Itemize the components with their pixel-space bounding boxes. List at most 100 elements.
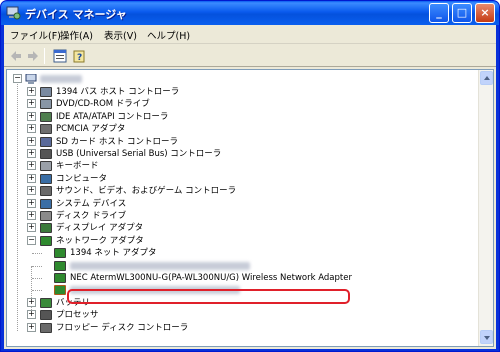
network-card-icon bbox=[54, 273, 66, 283]
minimize-button[interactable]: _ bbox=[429, 3, 449, 23]
menu-bar: ファイル(F) 操作(A) 表示(V) ヘルプ(H) bbox=[4, 25, 496, 44]
menu-file[interactable]: ファイル(F) bbox=[10, 28, 61, 42]
expand-toggle[interactable]: + bbox=[27, 297, 36, 307]
cd-drive-icon bbox=[40, 99, 52, 110]
usb-icon bbox=[40, 149, 52, 159]
redacted-device-name bbox=[70, 261, 250, 270]
device-manager-window: デバイス マネージャ _ □ × ファイル(F) 操作(A) 表示(V) ヘルプ… bbox=[0, 0, 500, 352]
device-category[interactable]: + USB (Universal Serial Bus) コントローラ bbox=[7, 148, 477, 160]
sound-icon bbox=[40, 186, 52, 197]
device-item[interactable] bbox=[7, 260, 477, 272]
keyboard-icon bbox=[40, 161, 52, 172]
device-label: コンピュータ bbox=[56, 173, 108, 184]
maximize-button[interactable]: □ bbox=[452, 3, 472, 23]
expand-toggle[interactable]: + bbox=[27, 99, 36, 109]
tree-guide-line bbox=[32, 253, 42, 255]
device-category[interactable]: − ネットワーク アダプタ bbox=[7, 235, 477, 247]
expand-toggle[interactable]: + bbox=[27, 186, 36, 196]
collapse-toggle[interactable]: − bbox=[27, 235, 36, 245]
device-label: ディスプレイ アダプタ bbox=[56, 223, 144, 234]
menu-help[interactable]: ヘルプ(H) bbox=[147, 28, 190, 42]
collapse-toggle[interactable]: − bbox=[13, 74, 22, 83]
forward-arrow-icon[interactable] bbox=[25, 48, 41, 64]
expand-toggle[interactable]: + bbox=[27, 124, 36, 134]
device-category[interactable]: + コンピュータ bbox=[7, 173, 477, 185]
close-button[interactable]: × bbox=[475, 3, 495, 23]
highlight-annotation bbox=[67, 289, 350, 304]
tree-guide-line bbox=[32, 290, 42, 292]
expand-toggle[interactable]: + bbox=[27, 149, 36, 158]
toolbar-separator bbox=[44, 48, 45, 64]
system-device-icon bbox=[40, 198, 52, 209]
client-area: ファイル(F) 操作(A) 表示(V) ヘルプ(H) ? − + 1394 バス… bbox=[4, 25, 496, 349]
scroll-down-button[interactable] bbox=[480, 330, 493, 344]
maximize-icon: □ bbox=[456, 6, 468, 19]
device-label: SD カード ホスト コントローラ bbox=[56, 136, 179, 147]
pcmcia-icon bbox=[40, 124, 52, 135]
device-category[interactable]: + IDE ATA/ATAPI コントローラ bbox=[7, 111, 477, 123]
processor-icon bbox=[40, 310, 52, 321]
device-category[interactable]: + プロセッサ bbox=[7, 309, 477, 321]
back-arrow-icon[interactable] bbox=[8, 48, 24, 64]
device-category[interactable]: + キーボード bbox=[7, 160, 477, 172]
window-title: デバイス マネージャ bbox=[25, 8, 127, 21]
device-manager-icon bbox=[6, 6, 21, 20]
device-category[interactable]: + システム デバイス bbox=[7, 198, 477, 210]
device-label: PCMCIA アダプタ bbox=[56, 124, 126, 135]
scroll-down-arrow-icon bbox=[484, 336, 490, 340]
device-label: サウンド、ビデオ、およびゲーム コントローラ bbox=[56, 186, 237, 197]
computer-icon bbox=[40, 173, 52, 184]
device-category[interactable]: + SD カード ホスト コントローラ bbox=[7, 136, 477, 148]
firewire-icon bbox=[40, 87, 52, 97]
device-label: プロセッサ bbox=[56, 310, 99, 321]
expand-toggle[interactable]: + bbox=[27, 173, 36, 183]
device-label: フロッピー ディスク コントローラ bbox=[56, 322, 189, 333]
device-label: 1394 ネット アダプタ bbox=[70, 248, 157, 259]
device-category[interactable]: + フロッピー ディスク コントローラ bbox=[7, 322, 477, 334]
expand-toggle[interactable]: + bbox=[27, 322, 36, 332]
help-icon[interactable]: ? bbox=[72, 48, 88, 64]
title-bar[interactable]: デバイス マネージャ _ □ × bbox=[1, 1, 499, 25]
scroll-up-button[interactable] bbox=[480, 71, 493, 85]
device-label: ディスク ドライブ bbox=[56, 211, 127, 221]
device-item[interactable]: NEC AtermWL300NU-G(PA-WL300NU/G) Wireles… bbox=[7, 272, 477, 284]
expand-toggle[interactable]: + bbox=[27, 198, 36, 208]
computer-name-redacted bbox=[40, 75, 82, 83]
vertical-scrollbar[interactable] bbox=[478, 70, 493, 346]
menu-view[interactable]: 表示(V) bbox=[104, 28, 137, 42]
expand-toggle[interactable]: + bbox=[27, 111, 36, 121]
expand-toggle[interactable]: + bbox=[27, 87, 36, 96]
properties-view-icon[interactable] bbox=[52, 48, 68, 64]
toolbar: ? bbox=[4, 45, 496, 67]
device-category[interactable]: +1394 バス ホスト コントローラ bbox=[7, 86, 477, 98]
network-card-icon bbox=[54, 260, 66, 271]
device-category[interactable]: + ディスク ドライブ bbox=[7, 210, 477, 222]
display-adapter-icon bbox=[40, 223, 52, 234]
scroll-up-arrow-icon bbox=[484, 76, 490, 80]
computer-icon bbox=[25, 74, 37, 84]
network-adapter-icon bbox=[40, 235, 52, 246]
device-category[interactable]: + ディスプレイ アダプタ bbox=[7, 222, 477, 234]
expand-toggle[interactable]: + bbox=[27, 161, 36, 171]
expand-toggle[interactable]: + bbox=[27, 211, 36, 220]
expand-toggle[interactable]: + bbox=[27, 310, 36, 320]
expand-toggle[interactable]: + bbox=[27, 136, 36, 146]
minimize-icon: _ bbox=[436, 6, 442, 19]
device-item[interactable]: 1394 ネット アダプタ bbox=[7, 247, 477, 259]
expand-toggle[interactable]: + bbox=[27, 223, 36, 233]
floppy-controller-icon bbox=[40, 322, 52, 333]
device-label: システム デバイス bbox=[56, 198, 127, 209]
menu-action[interactable]: 操作(A) bbox=[60, 28, 93, 42]
device-label: USB (Universal Serial Bus) コントローラ bbox=[56, 149, 222, 159]
tree-root[interactable]: − bbox=[7, 73, 477, 85]
device-tree[interactable]: − +1394 バス ホスト コントローラ + DVD/CD-ROM ドライブ + ID… bbox=[6, 69, 494, 347]
device-label: NEC AtermWL300NU-G(PA-WL300NU/G) Wireles… bbox=[70, 273, 352, 283]
network-card-warning-icon bbox=[54, 285, 66, 296]
device-category[interactable]: + サウンド、ビデオ、およびゲーム コントローラ bbox=[7, 185, 477, 197]
device-category[interactable]: + DVD/CD-ROM ドライブ bbox=[7, 98, 477, 110]
network-card-icon bbox=[54, 248, 66, 259]
svg-text:?: ? bbox=[77, 53, 82, 63]
close-icon: × bbox=[480, 6, 490, 19]
tree-guide-line bbox=[32, 265, 42, 267]
device-category[interactable]: + PCMCIA アダプタ bbox=[7, 123, 477, 135]
